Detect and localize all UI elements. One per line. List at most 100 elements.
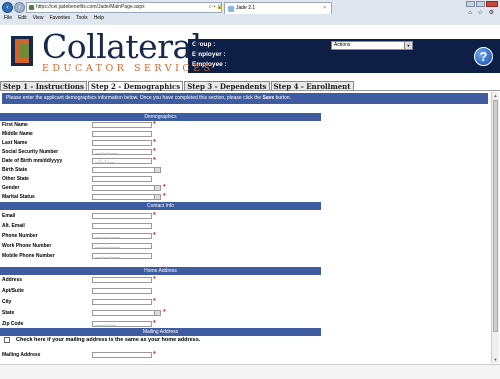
actions-dropdown[interactable]: Actions ▼ <box>331 41 413 50</box>
menu-bar: File Edit View Favorites Tools Help <box>0 15 106 24</box>
tab-step-4[interactable]: Step 4 - Enrollment <box>270 81 354 91</box>
middle-name-label: Middle Name <box>2 131 33 137</box>
row-last-name: Last Name * <box>0 139 321 147</box>
row-ssn: Social Security Number ___-__-____ * <box>0 148 321 156</box>
first-name-label: First Name <box>2 122 28 128</box>
last-name-input[interactable] <box>92 140 152 146</box>
mobile-phone-input[interactable]: ___-___-____ <box>92 253 152 259</box>
required-mark: * <box>163 309 166 316</box>
required-mark: * <box>153 212 156 219</box>
close-window-icon[interactable] <box>486 1 498 7</box>
status-bar <box>0 364 500 379</box>
row-other-state: Other State <box>0 175 321 183</box>
other-state-input[interactable] <box>92 176 152 182</box>
logo-text: Collateral <box>42 27 202 66</box>
instructions-save-word: Save <box>262 95 275 101</box>
row-apt: Apt/Suite <box>0 287 321 295</box>
app-header: Group : Employer : Employee : Actions ▼ … <box>0 25 500 80</box>
dob-input[interactable]: __/__/____ <box>92 158 152 164</box>
row-alt-email: Alt. Email <box>0 222 321 230</box>
row-middle-name: Middle Name <box>0 130 321 138</box>
scrollbar-thumb[interactable] <box>493 100 498 332</box>
instructions-text: Please enter the applicant demographics … <box>6 95 262 101</box>
state-select[interactable] <box>92 310 161 316</box>
tab-step-3[interactable]: Step 3 - Dependents <box>184 81 270 91</box>
marital-status-label: Marital Status <box>2 194 35 200</box>
row-work-phone: Work Phone Number ___-___-____ <box>0 242 321 250</box>
row-state: State * <box>0 309 321 317</box>
row-email: Email * <box>0 212 321 220</box>
tab-step-1[interactable]: Step 1 - Instructions <box>0 81 87 91</box>
same-address-row: Check here if your mailing address is th… <box>0 335 321 347</box>
instructions-banner: Please enter the applicant demographics … <box>2 93 488 104</box>
same-address-label: Check here if your mailing address is th… <box>16 337 201 343</box>
city-input[interactable] <box>92 299 152 305</box>
header-band: Group : Employer : Employee : Actions ▼ … <box>188 39 500 73</box>
window-controls <box>465 1 498 7</box>
apt-suite-input[interactable] <box>92 288 152 294</box>
phone-input[interactable]: ___-___-____ <box>92 233 152 239</box>
menu-favorites[interactable]: Favorites <box>49 15 70 24</box>
required-mark: * <box>153 351 156 358</box>
row-marital: Marital Status * <box>0 193 321 201</box>
chevron-down-icon <box>154 195 160 199</box>
gender-select[interactable] <box>92 185 161 191</box>
ssn-input[interactable]: ___-__-____ <box>92 149 152 155</box>
logo-mark-icon <box>11 36 33 66</box>
maximize-icon[interactable] <box>476 1 485 7</box>
forward-arrow-icon[interactable]: › <box>14 2 25 13</box>
scroll-down-icon[interactable]: ▼ <box>492 356 499 363</box>
birth-state-select[interactable] <box>92 167 161 173</box>
phone-label: Phone Number <box>2 233 38 239</box>
work-phone-input[interactable]: ___-___-____ <box>92 243 152 249</box>
tab-step-2[interactable]: Step 2 - Demographics <box>87 81 184 91</box>
form-content: Please enter the applicant demographics … <box>0 92 491 363</box>
address-label: Address <box>2 277 23 283</box>
menu-view[interactable]: View <box>33 15 44 24</box>
row-mobile-phone: Mobile Phone Number ___-___-____ <box>0 252 321 260</box>
required-mark: * <box>153 121 156 128</box>
lock-icon <box>29 5 34 10</box>
row-city: City * <box>0 298 321 306</box>
alt-email-input[interactable] <box>92 223 152 229</box>
address-tools-icon[interactable]: ⌕ ▾ 🔒 ≣ ↻ ✕ <box>209 3 221 12</box>
row-zip: Zip Code _____-____ * <box>0 320 321 328</box>
row-gender: Gender * <box>0 184 321 192</box>
required-mark: * <box>163 193 166 200</box>
row-dob: Date of Birth mm/dd/yyyy __/__/____ * <box>0 157 321 165</box>
minimize-icon[interactable] <box>466 1 475 7</box>
back-arrow-icon[interactable]: ‹ <box>2 2 13 13</box>
chevron-down-icon <box>154 311 160 315</box>
alt-email-label: Alt. Email <box>2 223 25 229</box>
middle-name-input[interactable] <box>92 131 152 137</box>
menu-file[interactable]: File <box>4 15 12 24</box>
marital-status-select[interactable] <box>92 194 161 200</box>
address-bar[interactable]: https://cei.jadebenefits.com/Jade/MainPa… <box>26 2 222 13</box>
ssn-label: Social Security Number <box>2 149 59 155</box>
actions-value: Actions <box>334 42 351 48</box>
chevron-down-icon <box>154 186 160 190</box>
last-name-label: Last Name <box>2 140 28 146</box>
required-mark: * <box>153 148 156 155</box>
required-mark: * <box>163 184 166 191</box>
address-input[interactable] <box>92 277 152 283</box>
menu-help[interactable]: Help <box>94 15 104 24</box>
email-input[interactable] <box>92 213 152 219</box>
scroll-up-icon[interactable]: ▲ <box>492 92 499 99</box>
first-name-input[interactable] <box>92 122 152 128</box>
city-label: City <box>2 299 12 305</box>
browser-tab[interactable]: Jade 2.1 × <box>224 2 332 14</box>
required-mark: * <box>153 320 156 327</box>
mailing-address-input[interactable] <box>92 352 152 358</box>
chevron-down-icon: ▼ <box>404 42 412 49</box>
apt-suite-label: Apt/Suite <box>2 288 24 294</box>
zip-code-input[interactable]: _____-____ <box>92 321 152 327</box>
help-icon[interactable]: ? <box>474 47 493 66</box>
logo-subtext: EDUCATOR SERVICES <box>42 63 214 74</box>
menu-edit[interactable]: Edit <box>18 15 27 24</box>
vertical-scrollbar[interactable]: ▲ ▼ <box>491 92 499 363</box>
home-star-gear-icon[interactable]: ⌂ ☆ ⚙ <box>468 9 496 16</box>
menu-tools[interactable]: Tools <box>76 15 88 24</box>
same-address-checkbox[interactable] <box>4 337 10 343</box>
close-tab-icon[interactable]: × <box>323 3 326 14</box>
